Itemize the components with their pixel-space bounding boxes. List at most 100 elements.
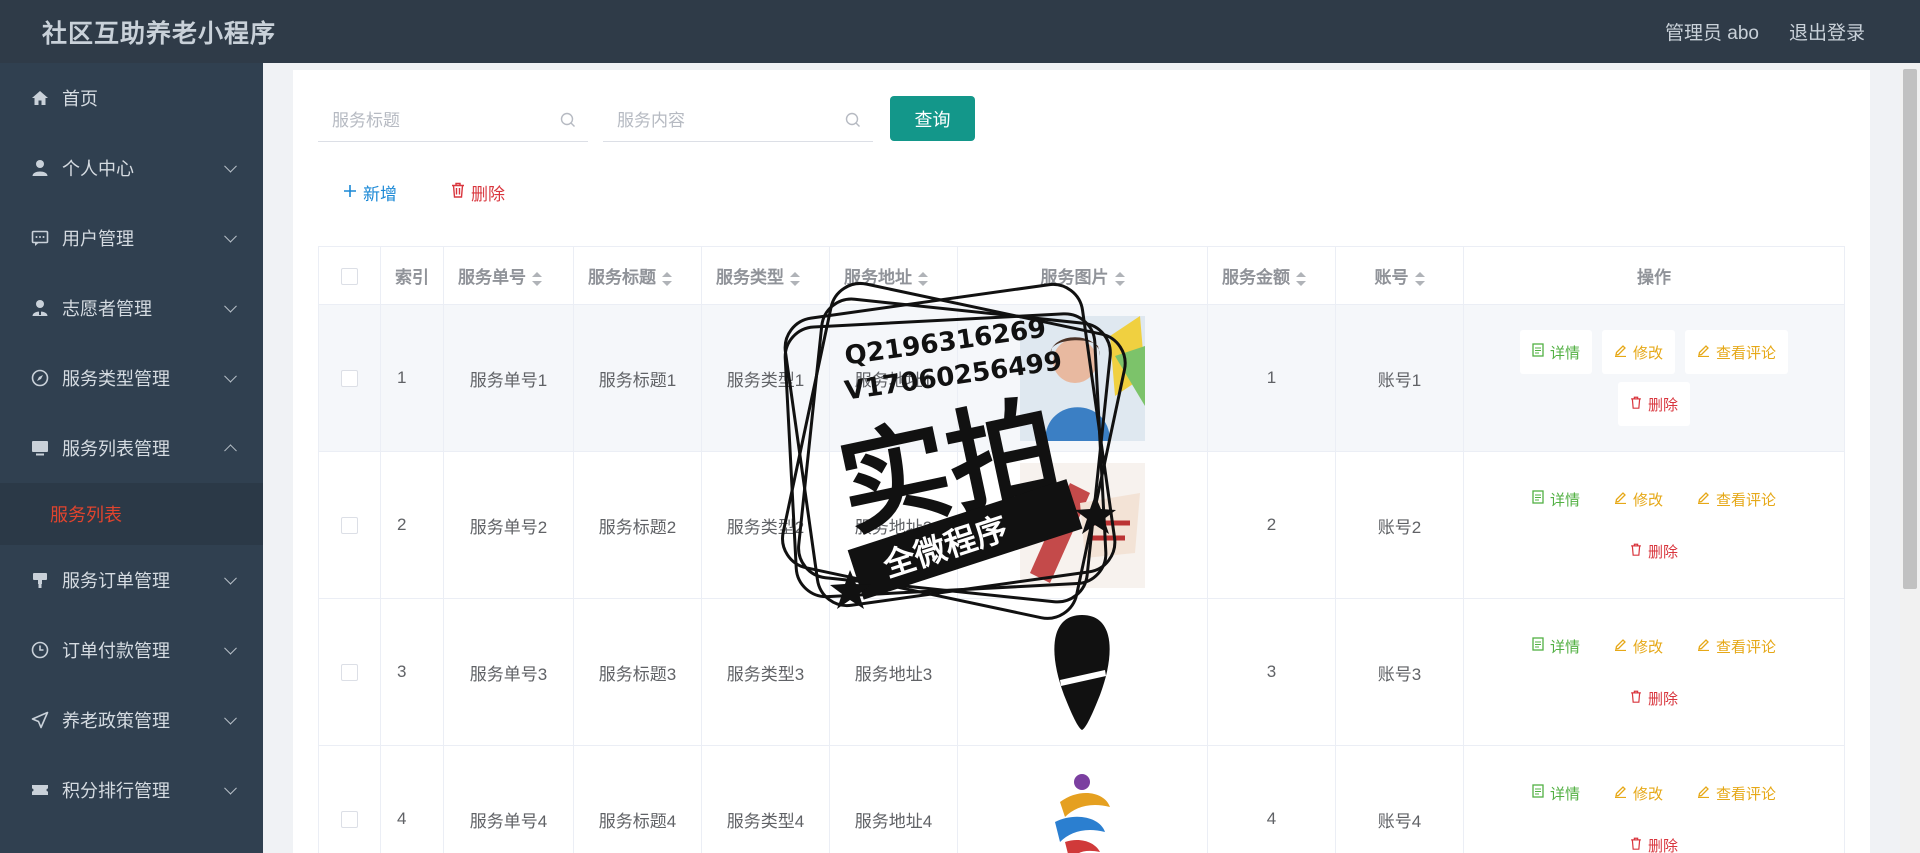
- sort-icon[interactable]: [662, 271, 672, 286]
- chevron-down-icon: [224, 229, 237, 243]
- view-comments-button[interactable]: 查看评论: [1685, 477, 1788, 521]
- cell-account: 账号3: [1335, 598, 1464, 746]
- sidebar-item-service-list[interactable]: 服务列表管理: [0, 413, 263, 483]
- service-image: [1020, 756, 1145, 853]
- document-icon: [1532, 784, 1544, 802]
- batch-delete-button[interactable]: 删除: [451, 180, 505, 205]
- row-checkbox[interactable]: [341, 664, 358, 682]
- delete-button[interactable]: 删除: [1617, 382, 1690, 426]
- sort-icon[interactable]: [918, 271, 928, 286]
- view-comments-button[interactable]: 查看评论: [1685, 771, 1788, 815]
- table-row: 4 服务单号4 服务标题4 服务类型4 服务地址4 4 账号4 详情 修改 查看…: [318, 745, 1845, 853]
- sidebar-item-users[interactable]: 用户管理: [0, 203, 263, 273]
- edit-button[interactable]: 修改: [1602, 624, 1675, 668]
- stamp-icon: [30, 570, 50, 590]
- delete-button[interactable]: 删除: [1618, 529, 1690, 573]
- cell-image: [957, 745, 1208, 853]
- ticket-icon: [30, 780, 50, 800]
- search-icon[interactable]: [560, 112, 576, 133]
- detail-button[interactable]: 详情: [1520, 771, 1592, 815]
- view-comments-button[interactable]: 查看评论: [1685, 330, 1789, 374]
- delete-button[interactable]: 删除: [1618, 676, 1690, 720]
- sidebar-item-personal[interactable]: 个人中心: [0, 133, 263, 203]
- cell-title: 服务标题3: [573, 598, 702, 746]
- query-button[interactable]: 查询: [890, 96, 975, 141]
- home-icon: [30, 88, 50, 108]
- cell-type: 服务类型1: [701, 304, 830, 452]
- sidebar-item-volunteers[interactable]: 志愿者管理: [0, 273, 263, 343]
- sort-icon[interactable]: [1114, 271, 1125, 286]
- service-image: [1020, 315, 1145, 441]
- col-header-amount[interactable]: 服务金额: [1207, 246, 1336, 305]
- chevron-down-icon: [224, 571, 237, 585]
- user-icon: [30, 158, 50, 178]
- col-header-type[interactable]: 服务类型: [701, 246, 830, 305]
- row-checkbox[interactable]: [341, 811, 358, 829]
- title-search-input[interactable]: [332, 110, 542, 131]
- plus-icon: [343, 183, 357, 203]
- cell-image: [957, 304, 1208, 452]
- add-button-label: 新增: [363, 185, 397, 204]
- view-comments-button[interactable]: 查看评论: [1685, 624, 1788, 668]
- cell-no: 服务单号4: [443, 745, 574, 853]
- logout-link[interactable]: 退出登录: [1789, 18, 1865, 45]
- select-all-checkbox[interactable]: [341, 267, 358, 285]
- monitor-icon: [30, 438, 50, 458]
- row-checkbox[interactable]: [341, 517, 358, 535]
- col-header-title[interactable]: 服务标题: [573, 246, 702, 305]
- chevron-down-icon: [224, 299, 237, 313]
- cell-account: 账号1: [1335, 304, 1464, 452]
- volunteer-icon: [30, 298, 50, 318]
- sidebar-item-service-types[interactable]: 服务类型管理: [0, 343, 263, 413]
- scrollbar-thumb[interactable]: [1903, 69, 1917, 589]
- cell-title: 服务标题1: [573, 304, 702, 452]
- sidebar-item-points-ranking[interactable]: 积分排行管理: [0, 755, 263, 825]
- col-header-account[interactable]: 账号: [1335, 246, 1464, 305]
- cell-address: 服务地址3: [829, 598, 958, 746]
- detail-button[interactable]: 详情: [1519, 330, 1592, 374]
- search-icon[interactable]: [845, 112, 861, 133]
- sort-icon[interactable]: [790, 271, 800, 286]
- cell-amount: 4: [1207, 745, 1336, 853]
- cell-index: 1: [380, 304, 444, 452]
- col-header-address[interactable]: 服务地址: [829, 246, 958, 305]
- document-icon: [1532, 343, 1544, 361]
- sidebar-item-label: 订单付款管理: [62, 641, 170, 661]
- row-checkbox-cell: [318, 304, 381, 452]
- pencil-icon: [1697, 491, 1710, 508]
- service-image: [1020, 462, 1145, 588]
- delete-button[interactable]: 删除: [1618, 823, 1690, 853]
- table-row: 3 服务单号3 服务标题3 服务类型3 服务地址3 3 账号3 详情 修改 查看…: [318, 598, 1845, 746]
- col-header-image[interactable]: 服务图片: [957, 246, 1208, 305]
- chevron-down-icon: [224, 641, 237, 655]
- sidebar-item-home[interactable]: 首页: [0, 63, 263, 133]
- chevron-down-icon: [224, 781, 237, 795]
- cell-index: 4: [380, 745, 444, 853]
- edit-button[interactable]: 修改: [1602, 477, 1675, 521]
- cell-actions: 详情 修改 查看评论 删除: [1463, 598, 1845, 746]
- cell-address: 服务地址4: [829, 745, 958, 853]
- sort-icon[interactable]: [1296, 271, 1306, 286]
- row-checkbox-cell: [318, 451, 381, 599]
- cell-no: 服务单号1: [443, 304, 574, 452]
- sort-icon[interactable]: [532, 271, 542, 286]
- pencil-icon: [1697, 785, 1710, 802]
- detail-button[interactable]: 详情: [1520, 477, 1592, 521]
- page-scrollbar[interactable]: [1900, 63, 1920, 853]
- cell-amount: 3: [1207, 598, 1336, 746]
- header-right: 管理员 abo 退出登录: [1665, 18, 1865, 45]
- edit-button[interactable]: 修改: [1602, 771, 1675, 815]
- submenu-item-service-list[interactable]: 服务列表: [0, 483, 263, 545]
- sidebar-item-service-orders[interactable]: 服务订单管理: [0, 545, 263, 615]
- detail-button[interactable]: 详情: [1520, 624, 1592, 668]
- content-search-input[interactable]: [617, 110, 827, 131]
- sort-icon[interactable]: [1414, 271, 1425, 286]
- sidebar-item-elderly-policy[interactable]: 养老政策管理: [0, 685, 263, 755]
- chevron-down-icon: [224, 711, 237, 725]
- pencil-icon: [1697, 344, 1710, 361]
- edit-button[interactable]: 修改: [1601, 330, 1675, 374]
- sidebar-item-order-payments[interactable]: 订单付款管理: [0, 615, 263, 685]
- col-header-no[interactable]: 服务单号: [443, 246, 574, 305]
- row-checkbox[interactable]: [341, 370, 358, 388]
- add-button[interactable]: 新增: [343, 180, 397, 205]
